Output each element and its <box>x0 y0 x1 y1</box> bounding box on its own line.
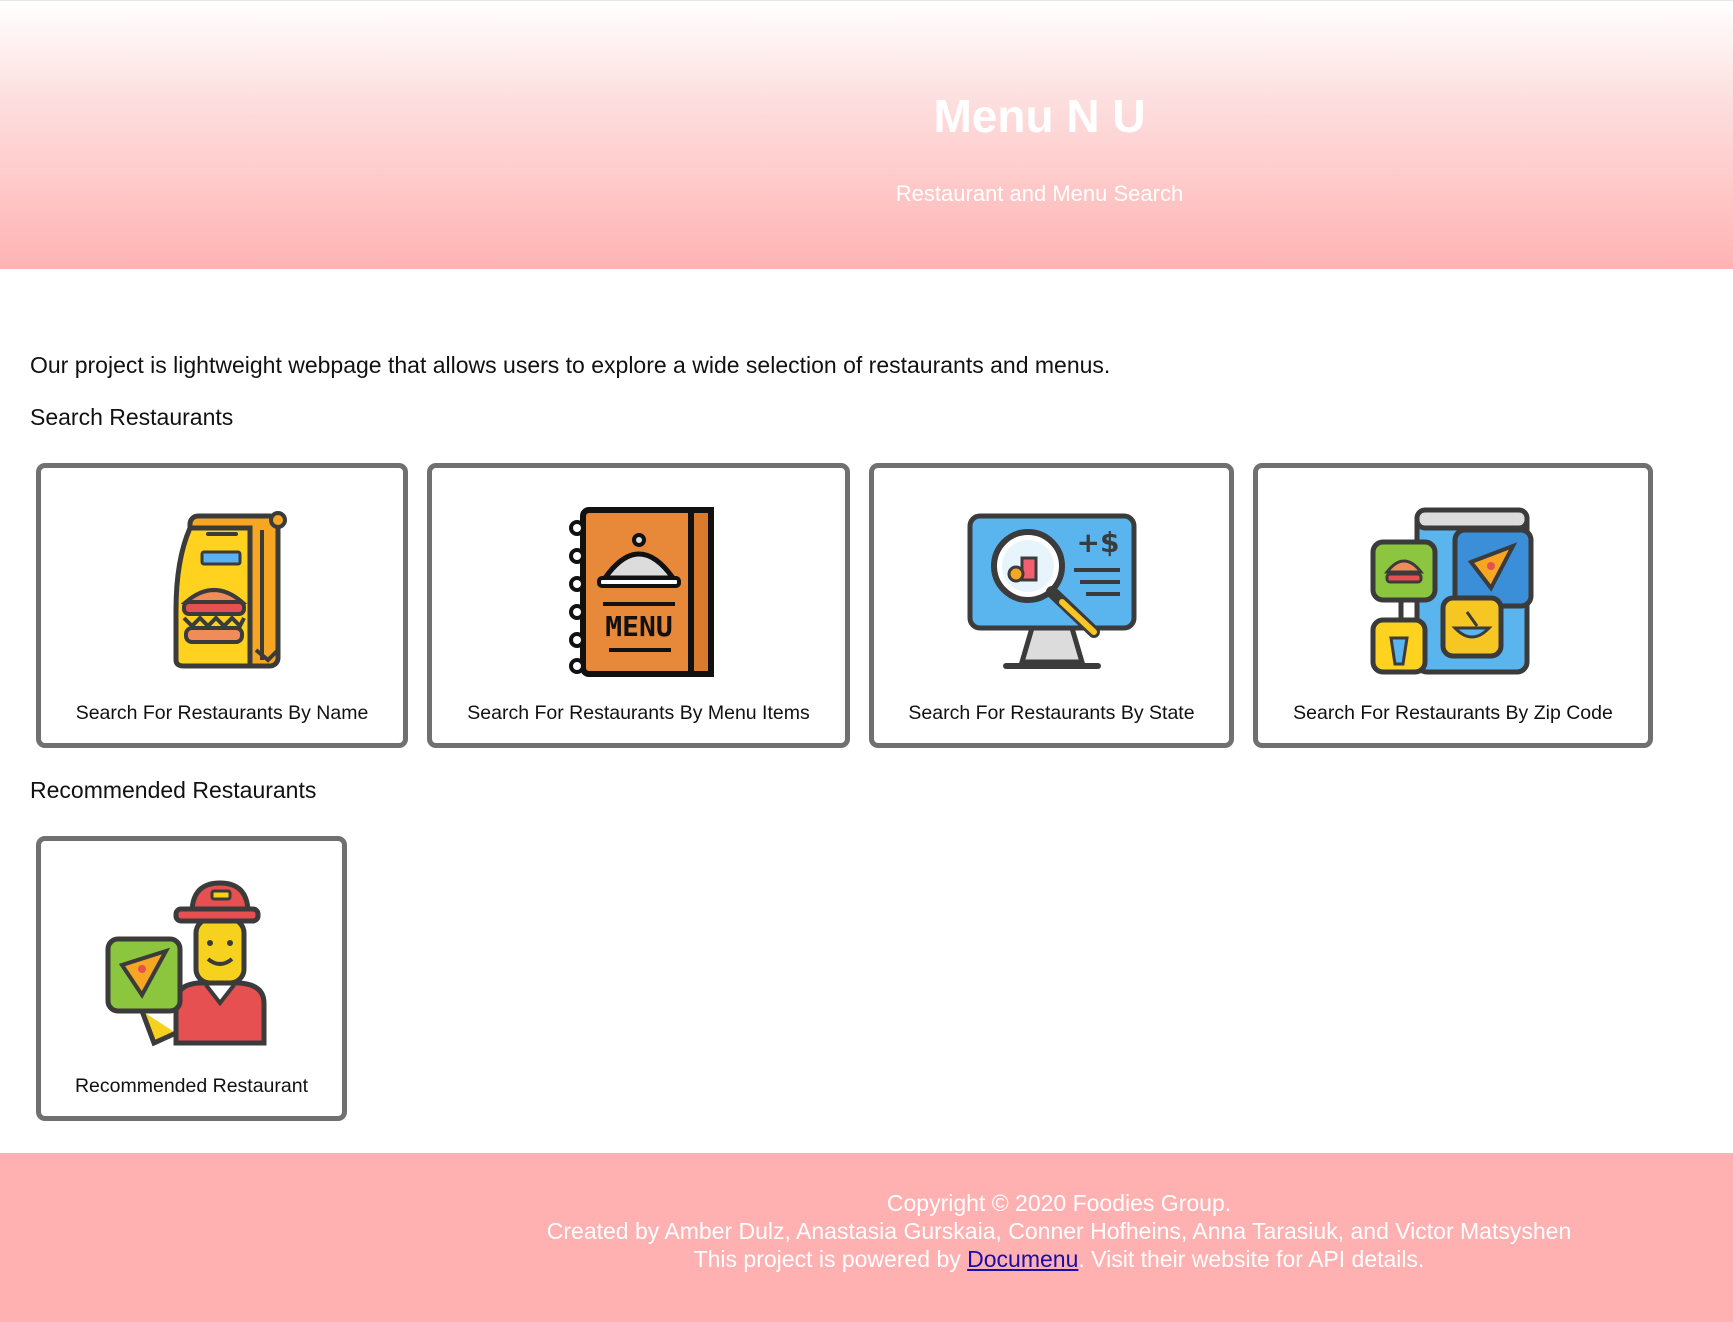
copyright-text: Copyright © 2020 Foodies Group. <box>886 1190 1232 1216</box>
intro-text: Our project is lightweight webpage that … <box>30 352 1111 378</box>
powered-by-prefix: This project is powered by <box>693 1246 968 1272</box>
documenu-link[interactable]: Documenu <box>967 1246 1078 1272</box>
powered-by-line: This project is powered by Documenu. Vis… <box>385 1245 1733 1273</box>
card-label: Search For Restaurants By State <box>908 702 1195 724</box>
powered-by-suffix: . Visit their website for API details. <box>1078 1246 1425 1272</box>
search-by-name-card[interactable]: Search For Restaurants By Name <box>36 463 408 748</box>
site-footer: Copyright © 2020 Foodies Group. Created … <box>0 1153 1733 1322</box>
takeout-bag-icon <box>173 511 287 669</box>
food-apps-icon <box>1370 507 1534 675</box>
site-subtitle: Restaurant and Menu Search <box>895 181 1184 206</box>
card-label: Search For Restaurants By Menu Items <box>467 702 810 724</box>
card-label: Recommended Restaurant <box>74 1075 309 1097</box>
page: Menu N U Restaurant and Menu Search Our … <box>0 0 1733 1322</box>
site-header: Menu N U Restaurant and Menu Search <box>0 0 1733 269</box>
delivery-person-icon <box>105 880 266 1047</box>
search-restaurants-heading: Search Restaurants <box>30 404 234 430</box>
card-label: Search For Restaurants By Zip Code <box>1293 702 1613 724</box>
credits-text: Created by Amber Dulz, Anastasia Gurskai… <box>546 1218 1572 1244</box>
menu-book-icon: MENU <box>568 507 714 677</box>
footer-text: Copyright © 2020 Foodies Group. Created … <box>0 1189 1733 1273</box>
site-title: Menu N U <box>933 90 1146 142</box>
monitor-search-icon: +$ <box>967 513 1136 669</box>
svg-text:+$: +$ <box>1076 526 1119 559</box>
recommended-restaurant-card[interactable]: Recommended Restaurant <box>36 836 347 1121</box>
search-by-menu-items-card[interactable]: MENU Search For Restaurants By Menu Item… <box>427 463 850 748</box>
svg-text:MENU: MENU <box>605 610 672 643</box>
card-label: Search For Restaurants By Name <box>75 702 369 724</box>
search-by-state-card[interactable]: +$ Search For Restaurants By State <box>869 463 1234 748</box>
recommended-restaurants-heading: Recommended Restaurants <box>30 777 317 803</box>
search-by-zip-code-card[interactable]: Search For Restaurants By Zip Code <box>1253 463 1653 748</box>
